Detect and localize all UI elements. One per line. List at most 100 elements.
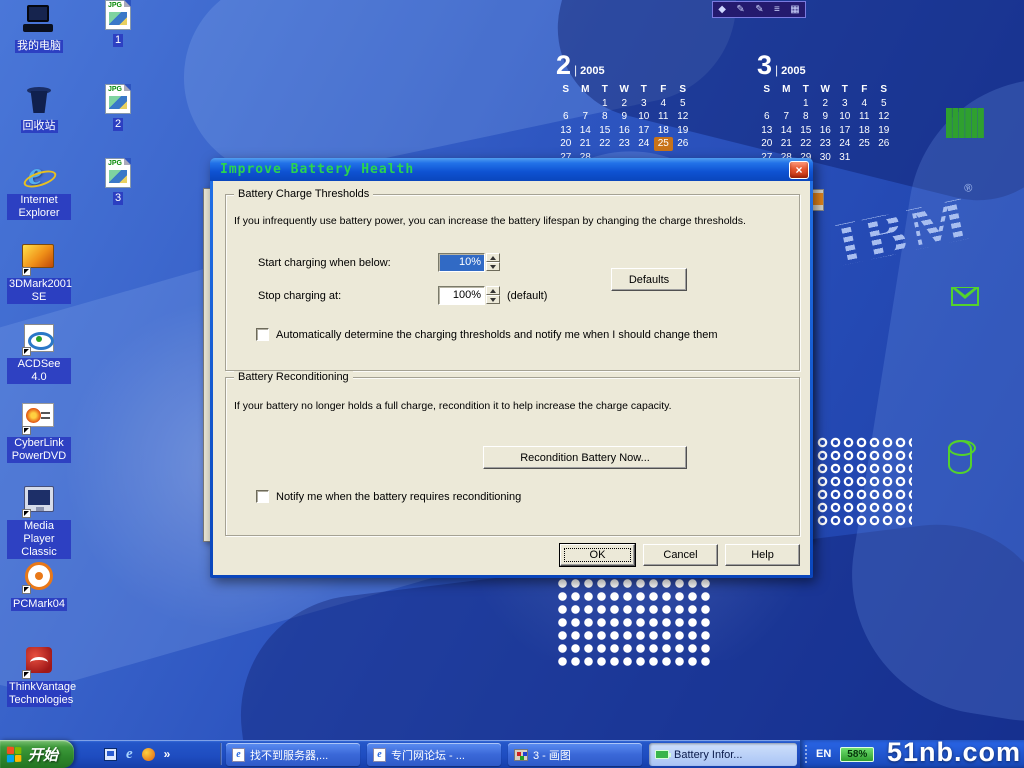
pen-icon[interactable]: ✎	[736, 5, 744, 15]
calendar-day: 18	[654, 124, 674, 138]
start-threshold-spinner[interactable]: 10%	[438, 253, 500, 272]
start-label: 开始	[28, 744, 58, 765]
calendar-day: 10	[634, 110, 654, 124]
marker-icon[interactable]: ◆	[718, 5, 726, 15]
mini-toolbar: ◆ ✎ ✎ ≡ ▦	[712, 1, 806, 18]
icon-label: ACDSee 4.0	[7, 358, 71, 384]
task-button-label: 找不到服务器,...	[250, 747, 328, 763]
icon-label: ThinkVantage Technologies	[7, 681, 71, 707]
desktop-icon-3dmark2001[interactable]: 3DMark2001 SE	[7, 240, 71, 305]
recondition-battery-now-button[interactable]: Recondition Battery Now...	[483, 446, 687, 469]
calendar-day: 17	[835, 124, 855, 138]
ie-quicklaunch-icon[interactable]: e	[126, 747, 133, 762]
calendar-day: 4	[855, 97, 875, 111]
stop-threshold-spinner[interactable]: 100%	[438, 286, 500, 305]
jpg-file-icon: JPG	[105, 158, 131, 188]
calendar-day: 30	[816, 151, 836, 165]
language-indicator[interactable]: EN	[816, 748, 831, 760]
calendar-weekday: F	[654, 83, 674, 97]
icon-label: 3DMark2001 SE	[7, 278, 71, 304]
desktop-file-jpg-1[interactable]: JPG 1	[99, 0, 137, 48]
group-legend: Battery Charge Thresholds	[234, 188, 373, 201]
calendar-header: 2 | 2005	[556, 52, 693, 78]
checkbox-label: Automatically determine the charging thr…	[276, 329, 717, 341]
spin-down-button[interactable]	[486, 295, 500, 304]
calendar-weekday: S	[673, 83, 693, 97]
calendar-day: 7	[777, 110, 797, 124]
desktop-icon-powerdvd[interactable]: CyberLink PowerDVD	[7, 400, 71, 464]
desktop-file-jpg-3[interactable]: JPG 3	[99, 158, 137, 206]
task-button-battery-information[interactable]: Battery Infor...	[649, 743, 797, 766]
help-button[interactable]: Help	[725, 544, 800, 566]
file-label: 1	[113, 34, 123, 47]
task-button-server-not-found[interactable]: e 找不到服务器,...	[226, 743, 360, 766]
cancel-button[interactable]: Cancel	[643, 544, 718, 566]
calendar-day: 9	[816, 110, 836, 124]
calendar-day: 2	[816, 97, 836, 111]
watermark: 51nb.com	[887, 737, 1021, 768]
task-button-forum[interactable]: e 专门网论坛 - ...	[367, 743, 501, 766]
desktop-icon-thinkvantage[interactable]: ThinkVantage Technologies	[7, 644, 71, 708]
calendar-weekday: T	[835, 83, 855, 97]
calendar-day: 16	[816, 124, 836, 138]
quick-launch-overflow-chevron[interactable]: »	[164, 747, 171, 761]
battery-icon	[655, 750, 669, 759]
pen-icon[interactable]: ✎	[755, 5, 763, 15]
desktop-icon-recycle-bin[interactable]: 回收站	[7, 84, 71, 134]
3dmark-icon	[22, 244, 56, 276]
shortcut-arrow-icon	[22, 670, 31, 679]
start-button[interactable]: 开始	[0, 740, 74, 768]
calendar-weekday: S	[556, 83, 576, 97]
shortcut-arrow-icon	[22, 585, 31, 594]
grid-icon[interactable]: ▦	[790, 5, 799, 15]
calendar-day	[855, 151, 875, 165]
calendar-grid: SMTWTFS123456789101112131415161718192021…	[556, 83, 693, 164]
icon-label: Media Player Classic	[7, 520, 71, 559]
desktop-icon-my-computer[interactable]: 我的电脑	[7, 4, 71, 54]
auto-determine-checkbox[interactable]: Automatically determine the charging thr…	[256, 328, 717, 341]
ok-button[interactable]: OK	[560, 544, 635, 566]
calendar-weekday: F	[855, 83, 875, 97]
start-threshold-value[interactable]: 10%	[438, 253, 485, 272]
menu-icon[interactable]: ≡	[774, 5, 780, 15]
icon-label: Internet Explorer	[7, 194, 71, 220]
desktop-file-jpg-2[interactable]: JPG 2	[99, 84, 137, 132]
calendar-day: 15	[796, 124, 816, 138]
reconditioning-description: If your battery no longer holds a full c…	[234, 400, 672, 412]
notify-reconditioning-checkbox[interactable]: Notify me when the battery requires reco…	[256, 490, 521, 503]
calendar-day: 24	[835, 137, 855, 151]
jpg-thumbnail	[109, 12, 127, 25]
desktop-icon-acdsee[interactable]: ACDSee 4.0	[7, 322, 71, 385]
task-button-paint[interactable]: 3 - 画图	[508, 743, 642, 766]
media-player-quicklaunch-icon[interactable]	[142, 748, 155, 761]
calendar-day: 17	[634, 124, 654, 138]
quick-launch-bar: e »	[98, 740, 216, 768]
calendar-day: 5	[874, 97, 894, 111]
start-charging-label: Start charging when below:	[258, 257, 391, 269]
show-desktop-icon[interactable]	[104, 748, 117, 761]
stop-charging-label: Stop charging at:	[258, 290, 341, 302]
spin-up-button[interactable]	[486, 253, 500, 262]
calendar-day: 6	[556, 110, 576, 124]
desktop-icon-pcmark04[interactable]: PCMark04	[7, 560, 71, 612]
group-legend: Battery Reconditioning	[234, 371, 353, 384]
stop-threshold-value[interactable]: 100%	[438, 286, 485, 305]
calendar-day: 1	[595, 97, 615, 111]
checkbox-box[interactable]	[256, 490, 269, 503]
task-button-label: 3 - 画图	[533, 747, 571, 763]
battery-percentage-indicator[interactable]: 58%	[840, 747, 874, 762]
close-icon: ×	[795, 163, 802, 177]
calendar-day: 23	[816, 137, 836, 151]
calendar-day: 3	[634, 97, 654, 111]
spin-up-button[interactable]	[486, 286, 500, 295]
recycle-bin-icon	[22, 84, 56, 116]
dialog-titlebar[interactable]: Improve Battery Health ×	[210, 158, 813, 181]
spin-down-button[interactable]	[486, 262, 500, 271]
calendar-day: 16	[615, 124, 635, 138]
desktop-icon-internet-explorer[interactable]: e Internet Explorer	[7, 160, 71, 221]
dialog-title: Improve Battery Health	[220, 162, 789, 177]
defaults-button[interactable]: Defaults	[611, 268, 687, 291]
desktop-icon-media-player-classic[interactable]: Media Player Classic	[7, 484, 71, 560]
close-button[interactable]: ×	[789, 161, 809, 179]
checkbox-box[interactable]	[256, 328, 269, 341]
